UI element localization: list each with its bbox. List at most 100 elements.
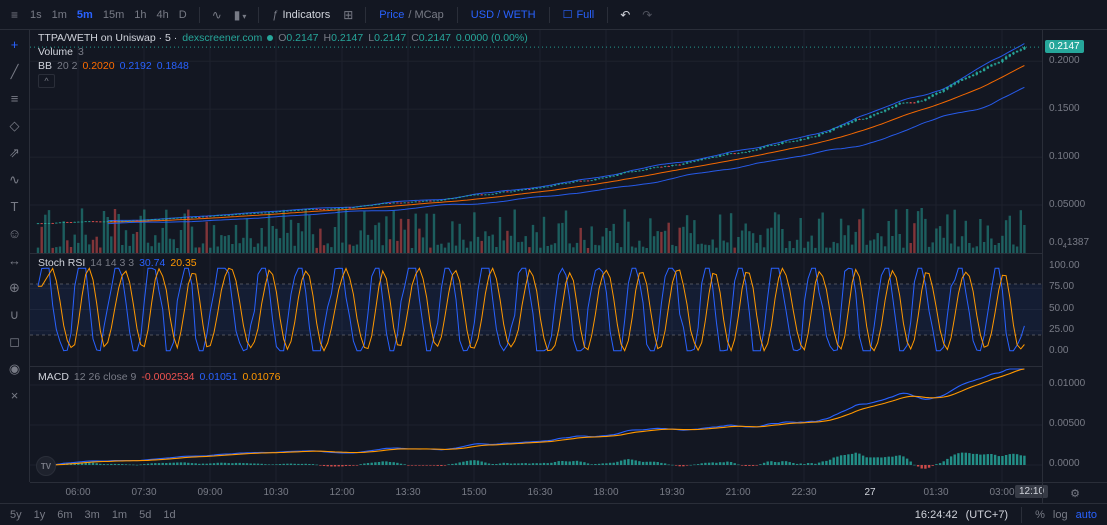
range-1m[interactable]: 1m	[112, 509, 127, 521]
price-axis-label: 0.1500	[1049, 103, 1080, 114]
fib-retracement-icon[interactable]: ≡	[4, 88, 26, 109]
redo-icon[interactable]: ↷	[637, 6, 657, 24]
timezone[interactable]: (UTC+7)	[966, 509, 1008, 521]
chevron-down-icon: ▾	[242, 11, 247, 21]
function-icon: ƒ	[272, 8, 279, 21]
menu-icon[interactable]: ≡	[6, 6, 23, 24]
low-value: 0.2147	[374, 32, 407, 44]
stoch-axis-label: 50.00	[1049, 303, 1075, 314]
footer-divider	[1021, 506, 1023, 523]
stoch-rsi-legend: Stoch RSI 14 14 3 3 30.74 20.35	[38, 257, 197, 269]
stoch-rsi-canvas	[30, 254, 1042, 366]
indicators-button[interactable]: ƒ Indicators	[266, 6, 336, 24]
fullscreen-button[interactable]: ☐ Full	[557, 5, 601, 24]
time-label-01:30: 01:30	[923, 487, 949, 498]
bb-basis-value: 0.2020	[82, 60, 115, 72]
brush-icon[interactable]: ∿	[4, 169, 26, 190]
forecast-icon[interactable]: ⇗	[4, 142, 26, 163]
fullscreen-label: Full	[576, 8, 595, 21]
range-1y[interactable]: 1y	[34, 509, 46, 521]
timeframe-D[interactable]: D	[174, 6, 192, 24]
timeframe-15m[interactable]: 15m	[98, 6, 129, 24]
trend-line-icon[interactable]: ╱	[4, 61, 26, 82]
axis-corner: ⚙	[1042, 482, 1107, 503]
toolbar-divider	[607, 6, 609, 23]
undo-icon[interactable]: ↶	[615, 6, 635, 24]
range-5d[interactable]: 5d	[139, 509, 151, 521]
stoch-label: Stoch RSI	[38, 257, 86, 269]
macd-params: 12 26 close 9	[73, 371, 137, 383]
price-panel[interactable]: TTPA/WETH on Uniswap · 5 · dexscreener.c…	[30, 30, 1042, 253]
chart-region: TTPA/WETH on Uniswap · 5 · dexscreener.c…	[30, 30, 1042, 482]
bb-upper-value: 0.2192	[119, 60, 152, 72]
macd-canvas	[30, 367, 1042, 482]
delete-drawings-icon[interactable]: ×	[4, 385, 26, 406]
measure-icon[interactable]: ↔	[4, 250, 26, 271]
hide-drawings-icon[interactable]: ◉	[4, 358, 26, 379]
volume-value: 3	[78, 46, 84, 58]
tradingview-logo[interactable]: TV	[36, 456, 56, 476]
time-label-03:00: 03:00	[989, 487, 1015, 498]
text-tool-icon[interactable]: T	[4, 196, 26, 217]
time-axis[interactable]: 06:00 07:30 09:00 10:30 12:00 13:30 15:00 16:30…	[30, 482, 1049, 503]
bb-params: 20 2	[57, 60, 78, 72]
price-axis-label: 0.05000	[1049, 199, 1086, 210]
last-price-badge: 0.2147	[1045, 40, 1084, 53]
crosshair-cursor-icon[interactable]: +	[4, 34, 26, 55]
stoch-k-value: 30.74	[139, 257, 166, 269]
open-value: 0.2147	[286, 32, 319, 44]
macd-panel[interactable]: MACD 12 26 close 9 -0.0002534 0.01051 0.…	[30, 366, 1042, 482]
mcap-toggle-label: / MCap	[408, 8, 444, 21]
magnet-icon[interactable]: ∪	[4, 304, 26, 325]
layout-grid-icon[interactable]: ⊞	[338, 6, 358, 24]
stoch-axis-label: 100.00	[1049, 260, 1080, 271]
auto-scale-button[interactable]: auto	[1076, 509, 1097, 521]
timeframe-1h[interactable]: 1h	[129, 6, 151, 24]
toolbar-divider	[365, 6, 367, 23]
candle-chart-icon[interactable]: ▮ ▾	[229, 6, 252, 24]
top-toolbar: ≡ 1s 1m 5m 15m 1h 4h D ∿ ▮ ▾ ƒ Indicators ⊞ Pri…	[0, 0, 1107, 30]
stoch-rsi-panel[interactable]: Stoch RSI 14 14 3 3 30.74 20.35	[30, 253, 1042, 366]
price-mcap-toggle[interactable]: Price / MCap	[373, 6, 450, 24]
clock: 16:24:42	[914, 508, 958, 521]
legend-collapse-button[interactable]: ^	[38, 74, 55, 88]
price-axis-zero-label: 0.041387	[1049, 237, 1089, 250]
bottom-toolbar: 5y 1y 6m 3m 1m 5d 1d 16:24:42 (UTC+7) % log au…	[0, 503, 1107, 525]
drawing-toolbar: + ╱ ≡ ◇ ⇗ ∿ T ☺ ↔ ⊕ ∪ ◻ ◉ ×	[0, 30, 30, 482]
line-chart-icon[interactable]: ∿	[207, 6, 227, 24]
price-toggle-label: Price	[379, 8, 405, 21]
toolbar-divider	[456, 6, 458, 23]
stoch-axis-label: 75.00	[1049, 281, 1075, 292]
log-scale-button[interactable]: log	[1053, 509, 1068, 521]
stoch-axis-label: 0.00	[1049, 345, 1069, 356]
price-axis[interactable]: 0.2147 0.2000 0.1500 0.1000 0.05000 0.041387 1…	[1042, 30, 1107, 482]
zoom-in-icon[interactable]: ⊕	[4, 277, 26, 298]
range-6m[interactable]: 6m	[57, 509, 72, 521]
close-value: 0.2147	[418, 32, 451, 44]
settings-gear-icon[interactable]: ⚙	[1070, 487, 1080, 500]
change-value: 0.0000 (0.00%)	[455, 32, 528, 44]
bb-lower-value: 0.1848	[156, 60, 189, 72]
xabcd-pattern-icon[interactable]: ◇	[4, 115, 26, 136]
close-label: C	[411, 32, 419, 44]
timeframe-4h[interactable]: 4h	[151, 6, 173, 24]
range-3m[interactable]: 3m	[85, 509, 100, 521]
time-label-09:00: 09:00	[197, 487, 223, 498]
percent-scale-button[interactable]: %	[1035, 509, 1045, 521]
range-1d[interactable]: 1d	[163, 509, 175, 521]
range-group: 5y 1y 6m 3m 1m 5d 1d	[10, 509, 176, 521]
currency-toggle[interactable]: USD / WETH	[465, 6, 542, 24]
time-label-21:00: 21:00	[725, 487, 751, 498]
lock-drawings-icon[interactable]: ◻	[4, 331, 26, 352]
range-5y[interactable]: 5y	[10, 509, 22, 521]
timeframe-1s[interactable]: 1s	[25, 6, 47, 24]
time-label-10:30: 10:30	[263, 487, 289, 498]
timeframe-1m[interactable]: 1m	[47, 6, 72, 24]
macd-signal-value: 0.01076	[242, 371, 281, 383]
timeframe-5m[interactable]: 5m	[72, 6, 98, 24]
emoji-icon[interactable]: ☺	[4, 223, 26, 244]
time-label-07:30: 07:30	[131, 487, 157, 498]
price-axis-label: 0.2000	[1049, 55, 1080, 66]
source-link[interactable]: dexscreener.com	[182, 32, 262, 44]
macd-axis-label: 0.01000	[1049, 378, 1086, 389]
